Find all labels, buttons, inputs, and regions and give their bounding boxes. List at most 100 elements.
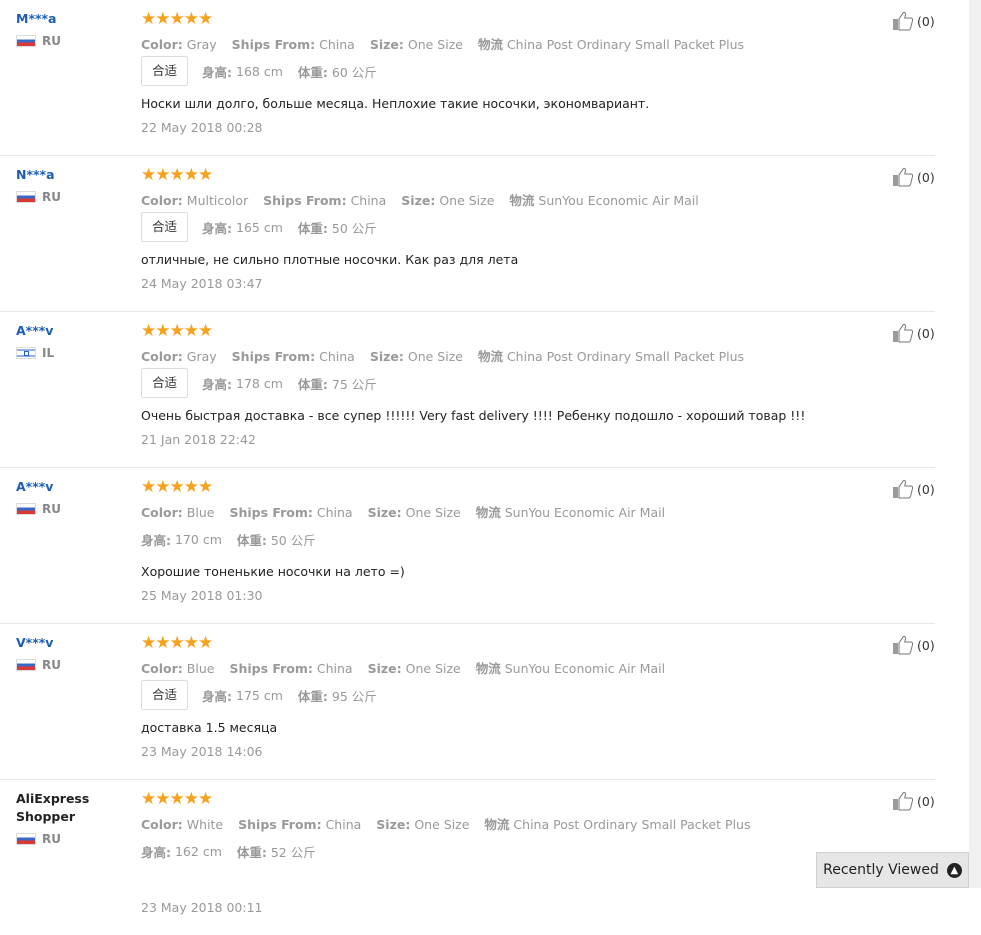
weight-value: 75 公斤 [331, 376, 377, 392]
height-label: 身高: [202, 220, 233, 236]
reviewer-country: RU [16, 658, 126, 672]
review-date: 21 Jan 2018 22:42 [141, 432, 256, 447]
helpful-button[interactable]: (0) [892, 479, 935, 499]
thumbs-up-icon [892, 791, 917, 811]
weight-label: 体重: [297, 220, 328, 236]
reviewer-info: A***v IL [16, 322, 126, 360]
color-value: Blue [186, 661, 215, 676]
review-content: ★★★★★ Color: Blue Ships From: China Size: O… [141, 478, 861, 604]
body-info: 身高: 162 cm 体重: 52 公斤 [141, 836, 861, 866]
color-label: Color: [141, 505, 183, 520]
color-label: Color: [141, 349, 183, 364]
review-text: доставка 1.5 месяца [141, 720, 278, 735]
flag-icon [16, 659, 36, 671]
ships-from-value: China [316, 505, 353, 520]
ships-from-label: Ships From: [229, 505, 313, 520]
logistics-label: 物流 [477, 349, 503, 364]
scrollbar[interactable] [969, 0, 981, 888]
reviewer-info: N***a RU [16, 166, 126, 204]
color-value: Blue [186, 505, 215, 520]
helpful-count: (0) [917, 793, 935, 809]
size-value: One Size [407, 349, 463, 364]
weight-value: 50 公斤 [270, 532, 316, 548]
recently-viewed-label: Recently Viewed [823, 862, 939, 878]
reviewer-name[interactable]: V***v [16, 634, 126, 652]
color-label: Color: [141, 193, 183, 208]
star-rating: ★★★★★ [141, 633, 213, 653]
body-info: 合适 身高: 175 cm 体重: 95 公斤 [141, 680, 861, 710]
review-date: 25 May 2018 01:30 [141, 588, 263, 603]
helpful-button[interactable]: (0) [892, 635, 935, 655]
body-info: 合适 身高: 178 cm 体重: 75 公斤 [141, 368, 861, 398]
size-label: Size: [369, 37, 404, 52]
weight-label: 体重: [297, 376, 328, 392]
weight-value: 50 公斤 [331, 220, 377, 236]
review-text: Очень быстрая доставка - все супер !!!!!… [141, 408, 806, 423]
ships-from-label: Ships From: [238, 817, 322, 832]
review-item: N***a RU ★★★★★ Color: Multicolor Ships From:… [0, 156, 935, 312]
recently-viewed-button[interactable]: Recently Viewed ▲ [816, 852, 969, 888]
flag-icon [16, 191, 36, 203]
helpful-button[interactable]: (0) [892, 791, 935, 811]
thumbs-up-icon [892, 323, 917, 343]
reviewer-country: IL [16, 346, 126, 360]
reviewer-info: AliExpress Shopper RU [16, 790, 126, 846]
color-label: Color: [141, 37, 183, 52]
height-value: 178 cm [236, 375, 283, 391]
size-label: Size: [369, 349, 404, 364]
order-attributes: Color: Gray Ships From: China Size: One Si… [141, 34, 861, 52]
review-content: ★★★★★ Color: White Ships From: China Size: … [141, 790, 861, 916]
logistics-label: 物流 [477, 37, 503, 52]
review-content: ★★★★★ Color: Blue Ships From: China Size: O… [141, 634, 861, 760]
height-label: 身高: [202, 688, 233, 704]
helpful-button[interactable]: (0) [892, 11, 935, 31]
height-value: 165 cm [236, 219, 283, 235]
ships-from-value: China [316, 661, 353, 676]
reviewer-name[interactable]: M***a [16, 10, 126, 28]
reviewer-country: RU [16, 190, 126, 204]
review-item: A***v IL ★★★★★ Color: Gray Ships From: China… [0, 312, 935, 468]
reviewer-name[interactable]: A***v [16, 478, 126, 496]
star-rating: ★★★★★ [141, 321, 213, 341]
size-value: One Size [439, 193, 495, 208]
thumbs-up-icon [892, 479, 917, 499]
logistics-value: China Post Ordinary Small Packet Plus [513, 817, 751, 832]
star-rating: ★★★★★ [141, 789, 213, 809]
order-attributes: Color: Blue Ships From: China Size: One Si… [141, 658, 861, 676]
size-label: Size: [376, 817, 411, 832]
size-value: One Size [405, 661, 461, 676]
reviewer-country: RU [16, 832, 126, 846]
height-label: 身高: [141, 844, 171, 860]
helpful-button[interactable]: (0) [892, 323, 935, 343]
helpful-button[interactable]: (0) [892, 167, 935, 187]
reviewer-name[interactable]: N***a [16, 166, 126, 184]
flag-icon [16, 347, 36, 359]
height-label: 身高: [202, 64, 233, 80]
helpful-count: (0) [917, 325, 935, 341]
body-info: 合适 身高: 165 cm 体重: 50 公斤 [141, 212, 861, 242]
color-value: Multicolor [186, 193, 249, 208]
size-value: One Size [405, 505, 461, 520]
reviewer-name[interactable]: A***v [16, 322, 126, 340]
logistics-value: China Post Ordinary Small Packet Plus [506, 37, 745, 52]
color-label: Color: [141, 817, 183, 832]
ships-from-label: Ships From: [231, 349, 316, 364]
review-date: 24 May 2018 03:47 [141, 276, 263, 291]
reviewer-country: RU [16, 34, 126, 48]
height-value: 168 cm [236, 63, 283, 79]
ships-from-label: Ships From: [231, 37, 316, 52]
ships-from-label: Ships From: [263, 193, 347, 208]
star-rating: ★★★★★ [141, 477, 213, 497]
color-value: White [186, 817, 224, 832]
thumbs-up-icon [892, 635, 917, 655]
helpful-count: (0) [917, 13, 935, 29]
flag-icon [16, 35, 36, 47]
size-label: Size: [367, 505, 402, 520]
review-date: 22 May 2018 00:28 [141, 120, 263, 135]
height-label: 身高: [141, 532, 171, 548]
reviewer-info: V***v RU [16, 634, 126, 672]
review-date: 23 May 2018 14:06 [141, 744, 263, 759]
country-code: RU [42, 502, 61, 516]
size-value: One Size [407, 37, 463, 52]
height-value: 170 cm [174, 531, 222, 547]
